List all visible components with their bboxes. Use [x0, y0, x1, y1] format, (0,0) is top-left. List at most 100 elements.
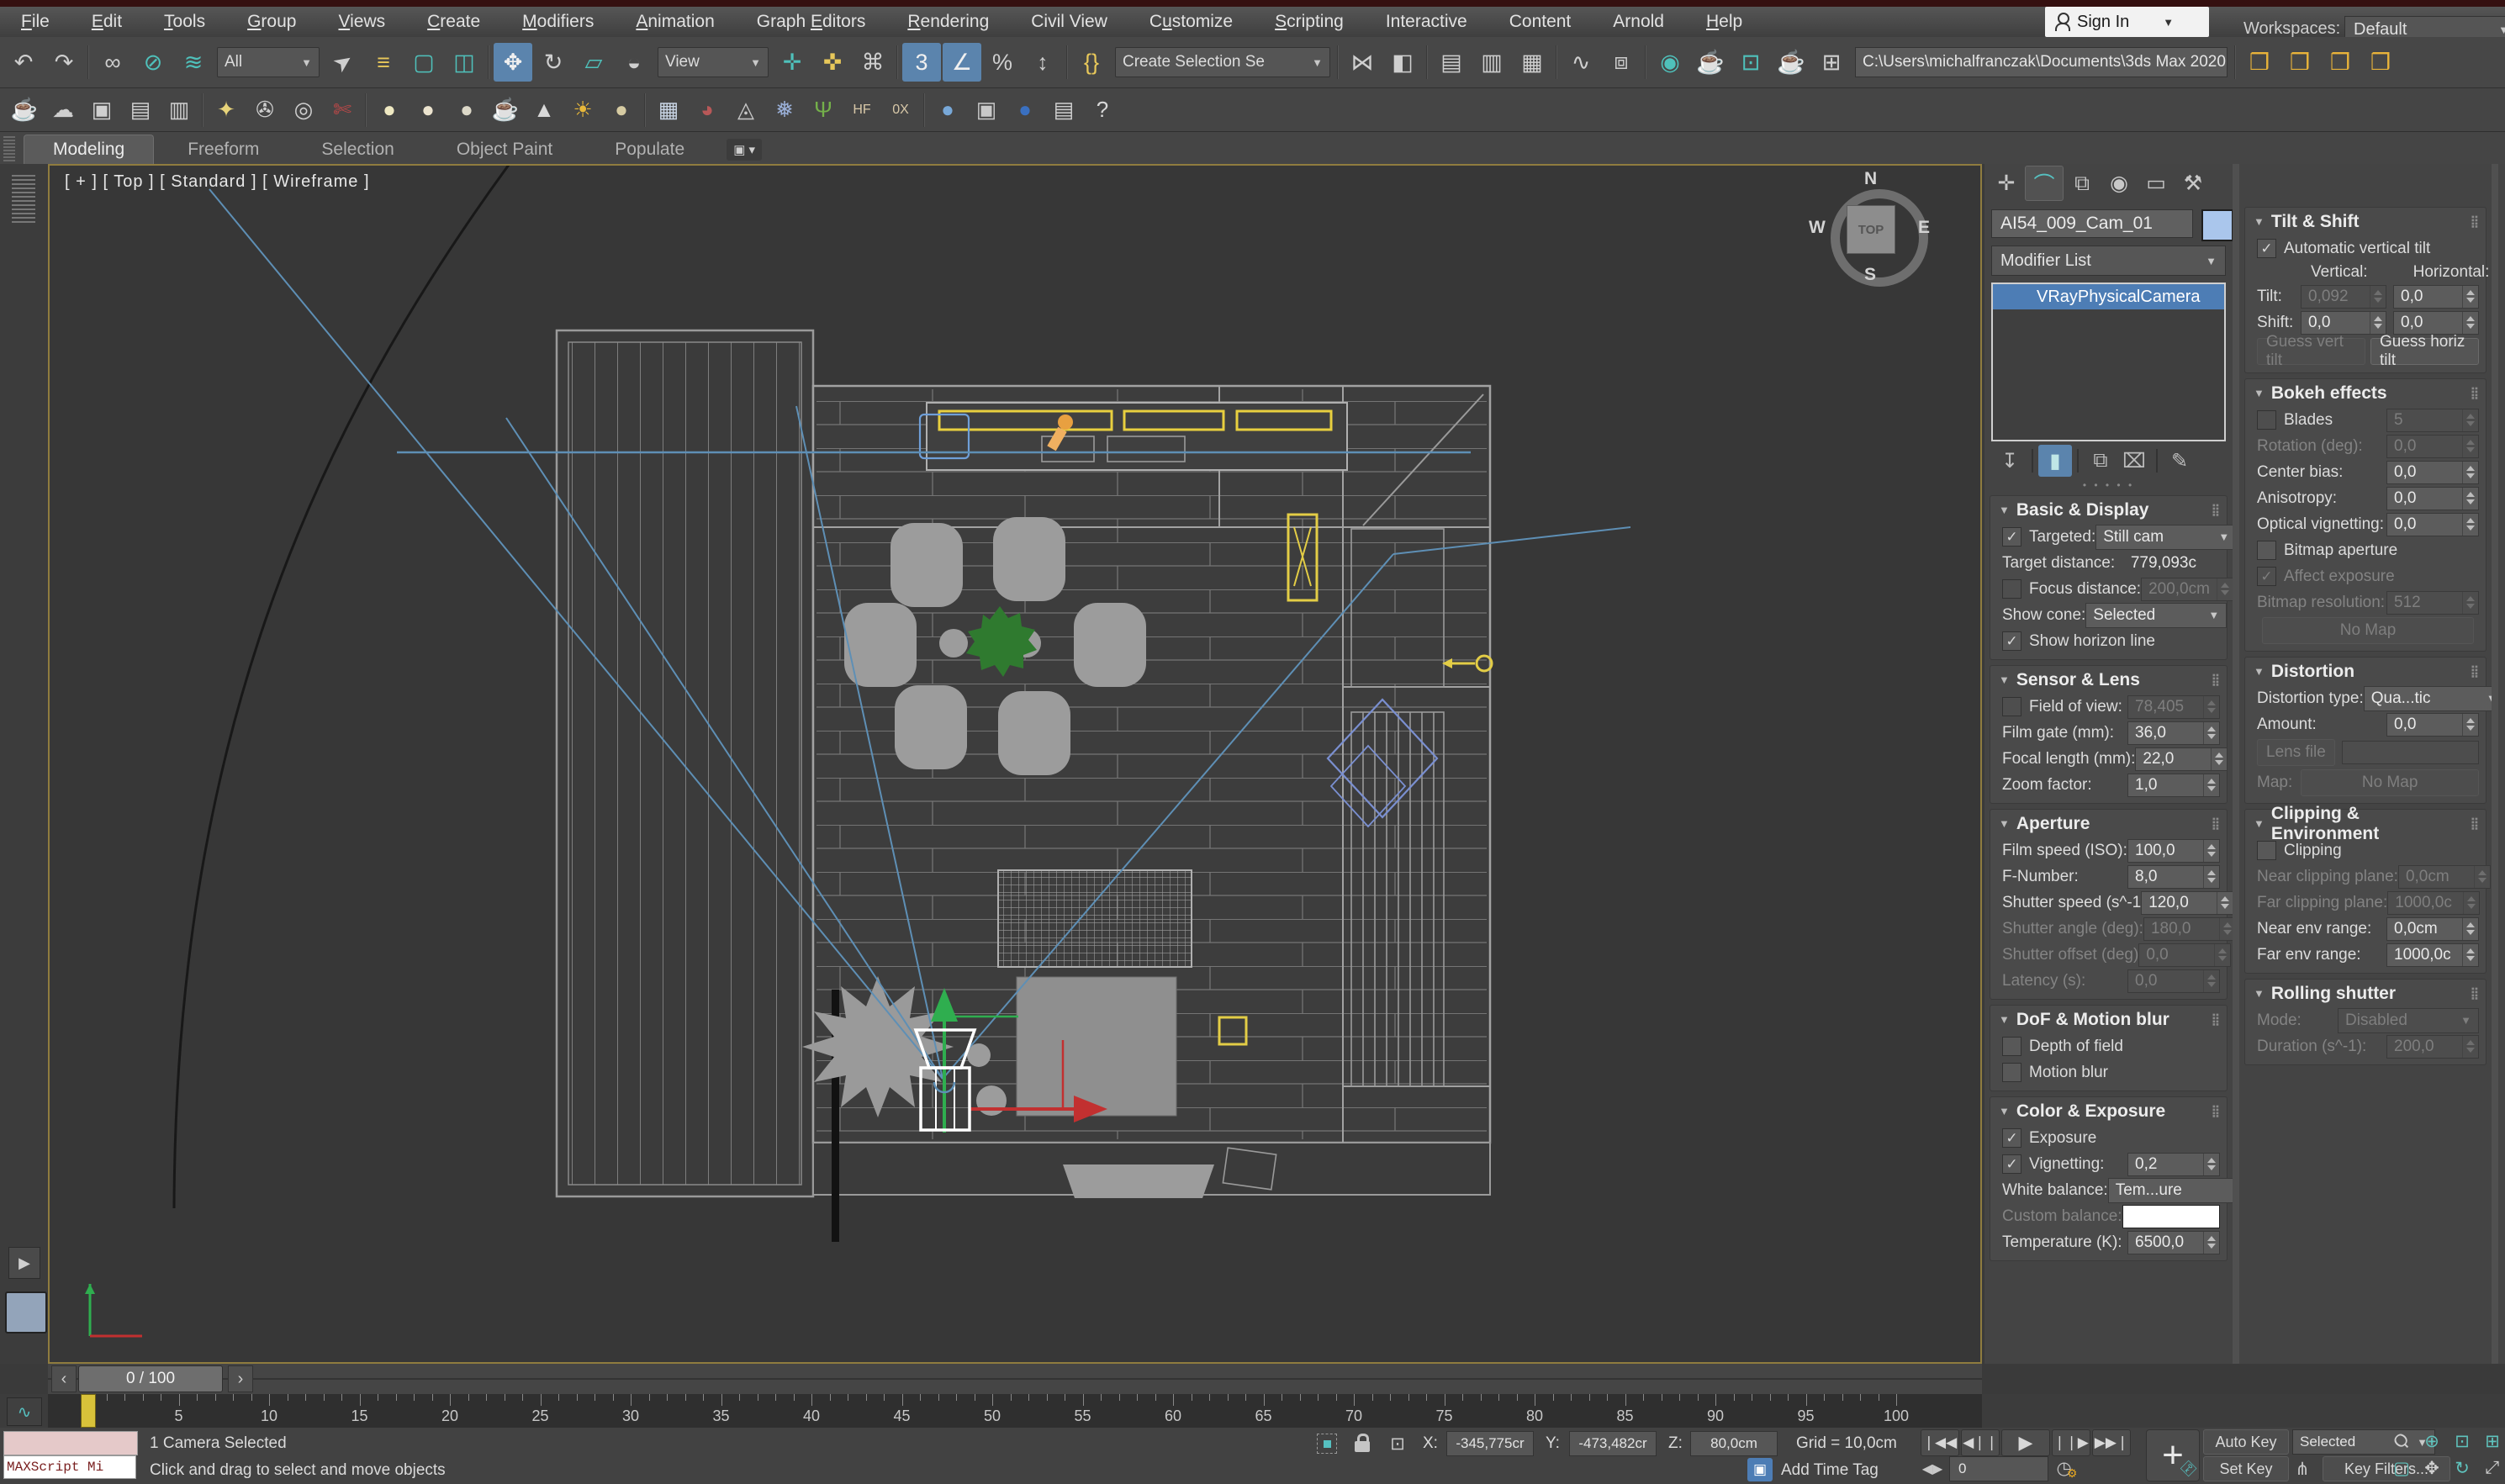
anisotropy-spinner-spinner-arrows[interactable] [2462, 488, 2478, 510]
toggle-scene-explorer-icon[interactable]: ▤ [1432, 43, 1471, 82]
vignetting-spinner-spinner-arrows[interactable] [2203, 1154, 2219, 1175]
spinner-snap-icon[interactable]: ↕ [1023, 43, 1062, 82]
vray-help-icon[interactable]: ? [1084, 92, 1121, 128]
next-frame-slider-button[interactable]: › [228, 1365, 253, 1392]
vray-gizmo-icon[interactable]: ◬ [727, 92, 764, 128]
rollout-drag-icon[interactable]: ⣿ [2212, 503, 2220, 517]
view-cube-top-face[interactable]: TOP [1847, 205, 1895, 254]
rollout-header-dof-motion-blur[interactable]: ▼DoF & Motion blur⣿ [1990, 1006, 2227, 1033]
focus-distance-spinner[interactable]: 200,0cm [2141, 578, 2233, 601]
maxscript-mini-listener-pink[interactable] [3, 1431, 138, 1455]
configure-modifier-sets-icon[interactable]: ✎ [2163, 445, 2196, 477]
view-cube[interactable]: TOP N S W E [1815, 174, 1925, 283]
menu-arnold[interactable]: Arnold [1592, 7, 1685, 37]
far-clipping-plane-spinner[interactable]: 1000,0c [2387, 891, 2480, 915]
add-time-tag[interactable]: Add Time Tag [1781, 1461, 1879, 1480]
toggle-layer-explorer-icon[interactable]: ▥ [1472, 43, 1511, 82]
vray-material-egg-icon[interactable]: ● [410, 92, 447, 128]
rollout-header-color-exposure[interactable]: ▼Color & Exposure⣿ [1990, 1097, 2227, 1125]
z-coordinate-field[interactable]: 80,0cm [1690, 1431, 1778, 1456]
menu-file[interactable]: File [0, 7, 71, 37]
vray-ox-icon[interactable]: 0X [882, 92, 919, 128]
duration-s-1-spinner[interactable]: 200,0 [2386, 1035, 2479, 1059]
menu-graph-editors[interactable]: Graph Editors [736, 7, 887, 37]
latency-s-spinner-spinner-arrows[interactable] [2203, 970, 2219, 992]
select-and-scale-icon[interactable]: ▱ [574, 43, 613, 82]
vignetting-checkbox[interactable]: ✓ [2002, 1154, 2021, 1174]
near-clipping-plane-spinner[interactable]: 0,0cm [2398, 865, 2491, 889]
rollout-drag-icon[interactable]: ⣿ [2212, 673, 2220, 687]
far-env-range-spinner[interactable]: 1000,0c [2386, 943, 2479, 967]
vray-preview-icon[interactable]: ▣ [968, 92, 1005, 128]
ribbon-tab-object-paint[interactable]: Object Paint [428, 135, 581, 164]
select-and-move-icon[interactable]: ✥ [494, 43, 532, 82]
play-button[interactable]: ▶ [2001, 1429, 2050, 1456]
vray-settings-icon[interactable]: ▥ [161, 92, 198, 128]
collapse-icon[interactable]: ▼ [1999, 817, 2010, 830]
vray-environment-icon[interactable]: ● [1007, 92, 1044, 128]
collapse-icon[interactable]: ▼ [2254, 387, 2265, 399]
show-cone-dropdown[interactable]: Selected▼ [2085, 603, 2227, 628]
rollout-header-aperture[interactable]: ▼Aperture⣿ [1990, 810, 2227, 837]
create-tab[interactable]: ✛ [1988, 166, 2025, 200]
maxscript-mini-listener[interactable]: MAXScript Mi [3, 1455, 136, 1479]
menu-help[interactable]: Help [1685, 7, 1763, 37]
menu-civil-view[interactable]: Civil View [1010, 7, 1128, 37]
temperature-k-spinner-spinner-arrows[interactable] [2203, 1232, 2219, 1254]
unlink-selection-icon[interactable]: ⊘ [134, 43, 172, 82]
menu-interactive[interactable]: Interactive [1365, 7, 1488, 37]
curve-editor-icon[interactable]: ∿ [1562, 43, 1600, 82]
key-filters-icon[interactable]: ⋔ [2289, 1456, 2316, 1481]
pin-stack-icon[interactable]: ↧ [1993, 445, 2027, 477]
near-env-range-spinner[interactable]: 0,0cm [2386, 917, 2479, 941]
map-map-button[interactable]: No Map [2301, 769, 2479, 796]
utilities-tab[interactable]: ⚒ [2175, 166, 2212, 200]
use-pivot-point-icon[interactable]: ✛ [773, 43, 811, 82]
latency-s-spinner[interactable]: 0,0 [2127, 969, 2220, 993]
vray-material-cream-icon[interactable]: ● [371, 92, 408, 128]
time-configuration-icon[interactable]: ◷⚙ [2053, 1455, 2080, 1481]
rollout-drag-icon[interactable]: ⣿ [2471, 214, 2479, 229]
rendered-frame-window-icon[interactable]: ⊡ [1731, 43, 1770, 82]
percent-snap-icon[interactable]: % [983, 43, 1022, 82]
vray-light-icon[interactable]: ✦ [208, 92, 245, 128]
vray-asset-editor-icon[interactable]: ▤ [122, 92, 159, 128]
panel-divider[interactable]: • • • • • [1984, 480, 2233, 490]
previous-frame-button[interactable]: ◀❘❘ [1961, 1429, 2000, 1456]
exposure-checkbox[interactable]: ✓ [2002, 1128, 2021, 1148]
project-folder-field[interactable]: C:\Users\michalfranczak\Documents\3ds Ma… [1855, 47, 2228, 77]
viewport-label[interactable]: [ + ] [ Top ] [ Standard ] [ Wireframe ] [65, 172, 370, 192]
focus-distance-spinner-spinner-arrows[interactable] [2217, 578, 2233, 600]
maximize-viewport-icon[interactable]: ⤢ [2477, 1456, 2505, 1480]
mini-curve-editor-button[interactable]: ∿ [7, 1397, 42, 1426]
rectangular-selection-region-icon[interactable]: ▢ [404, 43, 443, 82]
compass-north[interactable]: N [1864, 169, 1877, 189]
object-color-swatch[interactable] [2201, 209, 2233, 241]
viewport-layout-tab[interactable] [5, 1291, 47, 1333]
tilt-horizontal-spinner[interactable]: 0,0 [2393, 285, 2479, 309]
blades-spinner-spinner-arrows[interactable] [2462, 409, 2478, 431]
focal-length-mm-spinner[interactable]: 22,0 [2135, 747, 2228, 771]
reference-coordinate-dropdown[interactable]: View▼ [658, 47, 769, 77]
rotation-deg-spinner[interactable]: 0,0 [2386, 435, 2479, 458]
far-clipping-plane-spinner-spinner-arrows[interactable] [2463, 892, 2479, 914]
targeted-dropdown[interactable]: Still cam▼ [2095, 525, 2237, 550]
current-frame-marker[interactable] [81, 1394, 96, 1428]
schematic-view-icon[interactable]: ⧈ [1602, 43, 1641, 82]
panel-scrollbar-2[interactable] [2492, 164, 2498, 1364]
vray-scissors-icon[interactable]: ✄ [324, 92, 361, 128]
field-of-view-spinner[interactable]: 78,405 [2127, 695, 2220, 719]
modifier-list-dropdown[interactable]: Modifier List▼ [1991, 246, 2226, 276]
collapse-icon[interactable]: ▼ [1999, 1013, 2010, 1026]
tilt-vertical-spinner-spinner-arrows[interactable] [2370, 286, 2386, 308]
shift-horizontal-spinner[interactable]: 0,0 [2393, 311, 2479, 335]
pan-hand-icon[interactable]: ✥ [2417, 1456, 2447, 1480]
focal-length-mm-spinner-spinner-arrows[interactable] [2211, 748, 2227, 770]
time-slider-track[interactable] [48, 1378, 1982, 1380]
rollout-drag-icon[interactable]: ⣿ [2212, 816, 2220, 831]
select-and-manipulate-icon[interactable]: ✜ [813, 43, 852, 82]
set-key-button[interactable]: Set Key [2203, 1456, 2289, 1481]
object-name-field[interactable]: AI54_009_Cam_01 [1991, 209, 2193, 238]
blades-spinner[interactable]: 5 [2386, 409, 2479, 432]
collapse-icon[interactable]: ▼ [2254, 215, 2265, 228]
